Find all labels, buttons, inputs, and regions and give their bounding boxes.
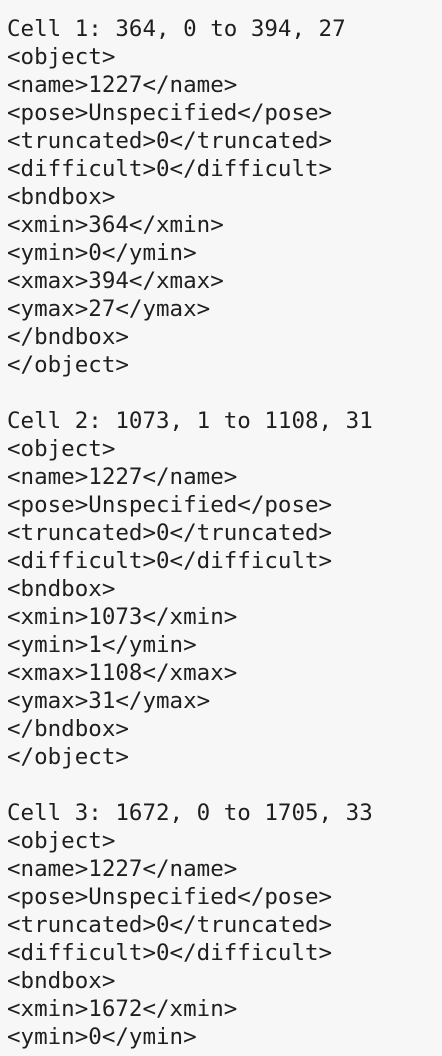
bndbox-open-tag-line: <bndbox> [7,184,116,210]
cell-3-header-line: Cell 3: 1672, 0 to 1705, 33 [7,800,373,826]
pose-tag-line: <pose>Unspecified</pose> [7,884,333,910]
difficult-tag-line: <difficult>0</difficult> [7,548,333,574]
bndbox-close-tag-line: </bndbox> [7,716,129,742]
object-close-tag-line: </object> [7,744,129,770]
ymin-tag-line: <ymin>0</ymin> [7,1024,197,1050]
ymax-tag-line: <ymax>27</ymax> [7,296,211,322]
name-tag-line: <name>1227</name> [7,856,238,882]
xmin-tag-line: <xmin>364</xmin> [7,212,224,238]
truncated-tag-line: <truncated>0</truncated> [7,520,333,546]
cell-1-header-line: Cell 1: 364, 0 to 394, 27 [7,16,346,42]
bndbox-close-tag-line: </bndbox> [7,324,129,350]
cell-2-header-line: Cell 2: 1073, 1 to 1108, 31 [7,408,373,434]
name-tag-line: <name>1227</name> [7,72,238,98]
difficult-tag-line: <difficult>0</difficult> [7,940,333,966]
pose-tag-line: <pose>Unspecified</pose> [7,100,333,126]
truncated-tag-line: <truncated>0</truncated> [7,912,333,938]
ymin-tag-line: <ymin>0</ymin> [7,240,197,266]
xmin-tag-line: <xmin>1073</xmin> [7,604,238,630]
difficult-tag-line: <difficult>0</difficult> [7,156,333,182]
bndbox-open-tag-line: <bndbox> [7,968,116,994]
ymax-tag-line: <ymax>31</ymax> [7,688,211,714]
code-text-view: Cell 1: 364, 0 to 394, 27 <object> <name… [0,0,442,1056]
bndbox-open-tag-line: <bndbox> [7,576,116,602]
object-open-tag-line: <object> [7,44,116,70]
object-close-tag-line: </object> [7,352,129,378]
truncated-tag-line: <truncated>0</truncated> [7,128,333,154]
object-open-tag-line: <object> [7,828,116,854]
xmax-tag-line: <xmax>1108</xmax> [7,660,238,686]
pose-tag-line: <pose>Unspecified</pose> [7,492,333,518]
object-open-tag-line: <object> [7,436,116,462]
name-tag-line: <name>1227</name> [7,464,238,490]
xmax-tag-line: <xmax>394</xmax> [7,268,224,294]
ymin-tag-line: <ymin>1</ymin> [7,632,197,658]
xmin-tag-line: <xmin>1672</xmin> [7,996,238,1022]
